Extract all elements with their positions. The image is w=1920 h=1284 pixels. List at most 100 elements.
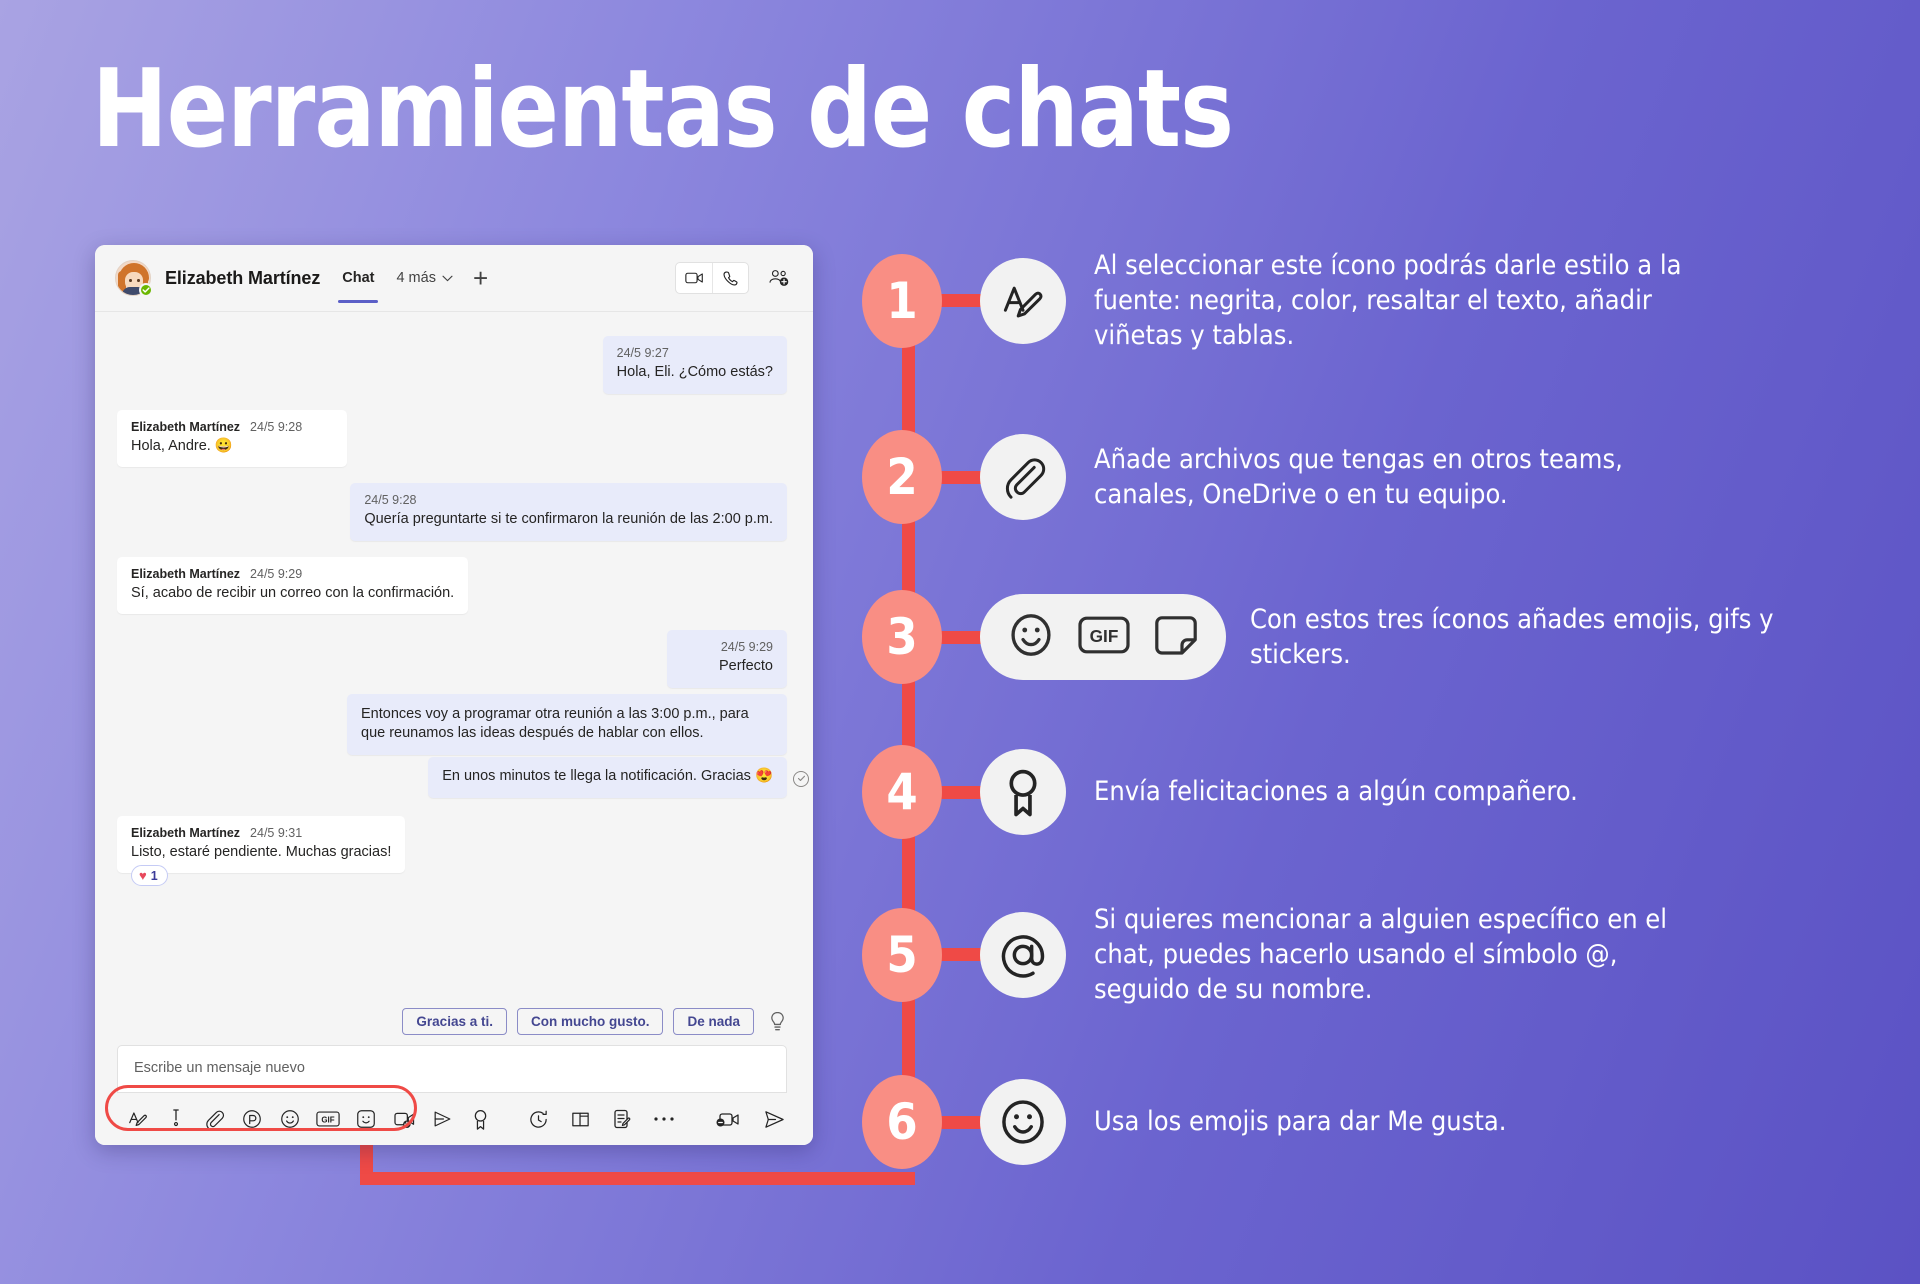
message-meta: Elizabeth Martínez 24/5 9:29 [131,567,454,581]
step-number: 4 [862,745,942,839]
add-tab-button[interactable]: + [473,265,488,291]
message-time: 24/5 9:29 [720,640,773,655]
message-bubble-incoming: Elizabeth Martínez 24/5 9:28 Hola, Andre… [117,409,347,468]
page-title: Herramientas de chats [92,47,1234,172]
message-row: En unos minutos te llega la notificación… [117,756,809,798]
chat-header-actions [675,262,795,294]
message-bubble-incoming: Elizabeth Martínez 24/5 9:29 Sí, acabo d… [117,556,469,615]
emoji-icon [1006,610,1056,665]
loop-icon[interactable] [239,1106,265,1132]
message-row: 24/5 9:29 Perfecto [117,630,787,688]
step-description: Con estos tres íconos añades emojis, gif… [1250,603,1774,670]
composer-toolbar: GIF [95,1085,813,1145]
message-bubble-outgoing: 24/5 9:27 Hola, Eli. ¿Cómo estás? [602,336,787,394]
phone-icon[interactable] [712,263,748,293]
message-text: En unos minutos te llega la notificación… [442,767,773,784]
message-text: Perfecto [719,658,773,675]
step-number: 2 [862,430,942,524]
suggestion-chip-2[interactable]: Con mucho gusto. [516,1008,664,1035]
message-row: Elizabeth Martínez 24/5 9:31 Listo, esta… [117,815,787,887]
approvals-icon[interactable] [567,1106,593,1132]
step-number: 1 [862,253,942,348]
toolbar-main-icons: GIF [117,1106,501,1132]
message-reaction[interactable]: ♥ 1 [131,865,168,887]
avatar [115,260,153,297]
message-text: Entonces voy a programar otra reunión a … [361,705,749,742]
add-people-icon[interactable] [763,263,795,293]
gif-icon[interactable]: GIF [315,1106,341,1132]
message-text: Listo, estaré pendiente. Muchas gracias! [131,843,392,860]
step-description: Añade archivos que tengas en otros teams… [1094,443,1623,510]
more-options-icon[interactable] [651,1106,677,1132]
step-2: 2 Añade archivos que tengas en otros tea… [862,430,1714,524]
praise-icon[interactable] [467,1106,493,1132]
message-time: 24/5 9:28 [250,419,303,434]
step-connector [938,1115,984,1129]
step-description: Usa los emojis para dar Me gusta. [1094,1106,1507,1138]
emoji-icon [980,1079,1066,1165]
video-message-icon[interactable] [715,1106,741,1132]
tabs-more-dropdown[interactable]: 4 más [396,270,453,286]
step-description: Envía felicitaciones a algún compañero. [1094,776,1578,808]
message-bubble-outgoing: 24/5 9:29 Perfecto [667,630,787,688]
step-description: Al seleccionar este ícono podrás darle e… [1094,250,1682,352]
step-number: 6 [862,1075,942,1169]
message-row: 24/5 9:28 Quería preguntarte si te confi… [117,483,787,541]
message-time: 24/5 9:29 [250,566,303,581]
message-seen-icon [793,770,809,787]
priority-icon[interactable] [163,1106,189,1132]
infographic-root: Herramientas de chats Elizabeth Martínez… [0,0,1920,1284]
chevron-down-icon [442,270,453,286]
message-time: 24/5 9:27 [616,346,669,360]
toolbar-extra-icons [517,1106,685,1132]
emoji-icon[interactable] [277,1106,303,1132]
composer: Escribe un mensaje nuevo [95,1045,813,1093]
format-text-icon [980,257,1066,344]
message-meta: 24/5 9:27 [617,346,773,360]
suggestion-chip-3[interactable]: De nada [673,1008,754,1035]
meet-now-icon[interactable] [391,1106,417,1132]
message-row: Elizabeth Martínez 24/5 9:28 Hola, Andre… [117,409,787,468]
svg-text:GIF: GIF [1090,626,1119,646]
lightbulb-icon[interactable] [768,1011,787,1032]
step-number: 3 [862,590,942,684]
message-time: 24/5 9:31 [250,825,303,840]
chat-tabs: Chat [336,245,380,311]
chat-header: Elizabeth Martínez Chat 4 más + [95,245,813,311]
message-text: Hola, Eli. ¿Cómo estás? [616,364,773,380]
suggestion-chip-1[interactable]: Gracias a ti. [402,1008,507,1035]
attach-icon[interactable] [201,1106,227,1132]
schedule-icon[interactable] [525,1106,551,1132]
step-connector [938,630,984,644]
heart-icon: ♥ [139,868,147,884]
message-meta: 24/5 9:29 [681,640,773,654]
message-meta: Elizabeth Martínez 24/5 9:28 [131,420,333,434]
message-row: 24/5 9:27 Hola, Eli. ¿Cómo estás? [117,336,787,394]
video-camera-icon[interactable] [676,263,712,293]
stream-icon[interactable] [429,1106,455,1132]
format-text-icon[interactable] [125,1106,151,1132]
message-input-box[interactable]: Escribe un mensaje nuevo [117,1045,787,1093]
step-number: 5 [862,907,942,1002]
step-connector [938,294,984,308]
message-row: Elizabeth Martínez 24/5 9:29 Sí, acabo d… [117,556,787,615]
step-connector [938,470,984,484]
step-description: Si quieres mencionar a alguien específic… [1094,904,1668,1006]
step-3: 3 GIF Con estos tres íconos añades emoji… [862,590,1870,684]
message-bubble-outgoing: Entonces voy a programar otra reunión a … [347,693,787,755]
rail-bottom-horizontal [360,1172,915,1185]
tab-chat[interactable]: Chat [336,245,380,311]
presence-available-icon [139,283,153,297]
sticker-icon[interactable] [353,1106,379,1132]
step-5: 5 Si quieres mencionar a alguien específ… [862,902,1714,1007]
step-connector [938,948,984,962]
message-input-placeholder: Escribe un mensaje nuevo [134,1060,305,1076]
message-time: 24/5 9:28 [364,493,417,508]
step-4: 4 Envía felicitaciones a algún compañero… [862,745,1578,839]
forms-icon[interactable] [609,1106,635,1132]
message-row: Entonces voy a programar otra reunión a … [117,693,787,755]
emoji-gif-sticker-group: GIF [980,594,1226,680]
send-icon[interactable] [761,1106,787,1132]
mention-at-icon [980,911,1066,998]
teams-chat-window: Elizabeth Martínez Chat 4 más + 24/5 9:2… [95,245,813,1145]
